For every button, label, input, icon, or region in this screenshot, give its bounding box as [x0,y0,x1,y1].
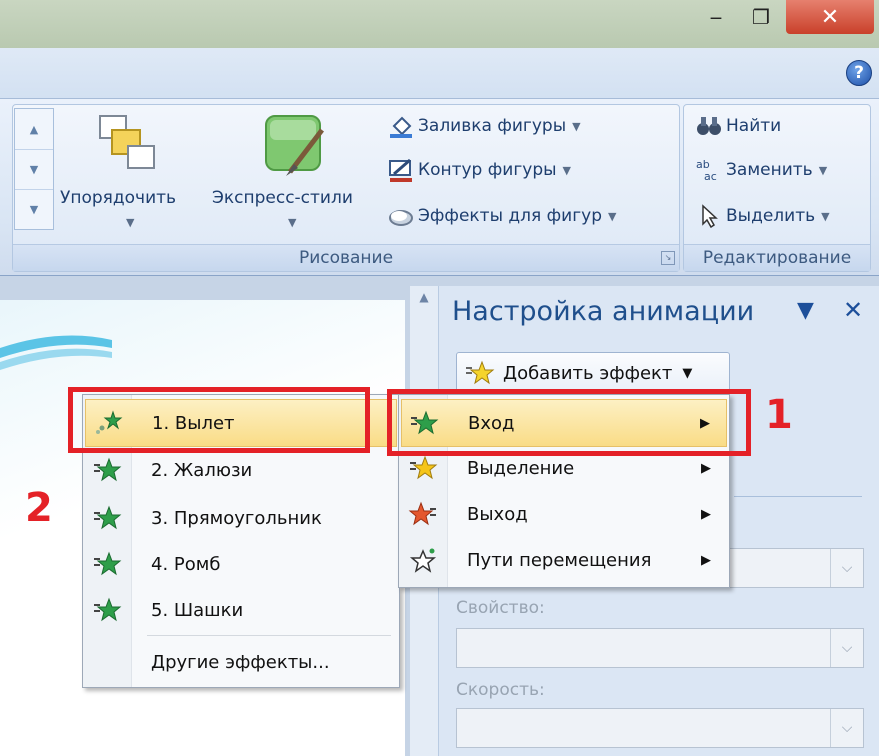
gallery-up-icon[interactable]: ▲ [15,109,53,150]
quick-styles-dropdown-icon: ▼ [288,216,297,229]
add-effect-button[interactable]: Добавить эффект ▼ [456,352,730,394]
find-button[interactable]: Найти [696,114,781,138]
gallery-down-icon[interactable]: ▼ [15,149,53,190]
shape-fill-dropdown-icon: ▼ [572,119,581,133]
emphasis-star-icon [401,455,445,481]
add-effect-star-icon [457,360,503,386]
shape-outline-button[interactable]: Контур фигуры ▼ [388,158,571,182]
blinds-star-icon [85,457,129,483]
pane-separator [734,496,862,497]
drawing-group-label: Рисование [13,244,679,271]
dialog-launcher-icon[interactable]: ↘ [661,251,675,265]
annotation-box-2 [68,387,370,453]
close-icon: ✕ [820,4,840,30]
speed-label: Скорость: [456,680,545,700]
property-label: Свойство: [456,598,545,618]
menu-item-box[interactable]: 3. Прямоугольник [85,495,397,541]
menu-item-label: 2. Жалюзи [151,459,253,481]
slide-wave-decoration [0,335,112,370]
motion-path-star-icon [401,547,445,573]
exit-star-icon [401,501,445,527]
property-dropdown-chevron-icon[interactable]: ⌵ [830,629,863,667]
replace-button[interactable]: ab ac Заменить ▼ [696,158,827,182]
shape-effects-label: Эффекты для фигур [418,206,603,226]
menu-item-label: Пути перемещения [467,549,652,571]
help-icon[interactable]: ? [846,60,872,86]
pane-title: Настройка анимации [452,296,755,327]
select-dropdown-icon: ▼ [821,209,830,223]
menu-item-more-effects[interactable]: Другие эффекты... [85,639,397,685]
start-dropdown-chevron-icon[interactable]: ⌵ [830,549,863,587]
menu-item-label: 3. Прямоугольник [151,507,322,529]
menu-item-label: 5. Шашки [151,599,244,621]
shape-fill-button[interactable]: Заливка фигуры ▼ [388,114,581,138]
pane-close-icon[interactable]: ✕ [843,296,863,324]
binoculars-icon [696,114,722,138]
cursor-icon [696,204,722,228]
minimize-icon: ‒ [709,5,723,29]
pen-outline-icon [388,158,414,182]
shape-effects-button[interactable]: Эффекты для фигур ▼ [388,204,616,228]
menu-item-label: Выделение [467,457,575,479]
diamond-star-icon [85,551,129,577]
arrange-button[interactable]: Упорядочить ▼ [60,108,206,238]
ribbon-tab-strip [0,48,879,99]
menu-item-motion-paths[interactable]: Пути перемещения ▶ [401,537,727,583]
arrange-label: Упорядочить [60,188,177,208]
minimize-button[interactable]: ‒ [695,0,737,34]
checkerboard-star-icon [85,597,129,623]
menu-item-exit[interactable]: Выход ▶ [401,491,727,537]
select-label: Выделить [726,206,816,226]
speed-dropdown-chevron-icon[interactable]: ⌵ [830,709,863,747]
menu-item-label: Другие эффекты... [151,651,330,673]
submenu-arrow-icon: ▶ [701,460,711,476]
shape-fill-label: Заливка фигуры [418,116,567,136]
arrange-dropdown-icon: ▼ [126,216,135,229]
shape-gallery-scroll[interactable]: ▲ ▼ ▼ [14,108,54,230]
property-dropdown[interactable]: ⌵ [456,628,864,668]
speed-dropdown[interactable]: ⌵ [456,708,864,748]
menu-item-blinds[interactable]: 2. Жалюзи [85,447,397,493]
select-button[interactable]: Выделить ▼ [696,204,830,228]
shape-effects-dropdown-icon: ▼ [608,209,617,223]
maximize-icon: ❐ [752,5,770,29]
replace-icon: ab ac [696,158,722,182]
menu-item-checkerboard[interactable]: 5. Шашки [85,587,397,633]
gallery-more-icon[interactable]: ▼ [15,189,53,229]
pane-menu-icon[interactable]: ▼ [797,298,814,323]
add-effect-dropdown-icon: ▼ [682,365,693,381]
annotation-box-1 [387,389,751,456]
svg-text:ac: ac [704,170,717,182]
box-star-icon [85,505,129,531]
add-effect-label: Добавить эффект [503,362,673,384]
annotation-marker-2: 2 [25,485,53,531]
find-label: Найти [726,116,782,136]
editing-group-label: Редактирование [684,244,870,271]
close-button[interactable]: ✕ [786,0,874,34]
quick-styles-icon [265,115,324,176]
menu-item-label: 4. Ромб [151,553,221,575]
scroll-up-icon[interactable]: ▲ [414,290,434,310]
replace-label: Заменить [726,160,813,180]
quick-styles-button[interactable]: Экспресс-стили ▼ [212,108,378,238]
shape-outline-dropdown-icon: ▼ [562,163,572,177]
replace-dropdown-icon: ▼ [818,163,828,177]
paint-bucket-icon [388,114,414,138]
menu-item-diamond[interactable]: 4. Ромб [85,541,397,587]
submenu-arrow-icon: ▶ [701,552,711,568]
menu-item-label: Выход [467,503,528,525]
submenu-arrow-icon: ▶ [701,506,711,522]
arrange-icon [99,115,155,169]
shape-outline-label: Контур фигуры [418,160,557,180]
shape-effects-icon [388,204,414,228]
submenu-separator [147,635,391,636]
quick-styles-label: Экспресс-стили [212,188,353,208]
maximize-button[interactable]: ❐ [740,0,782,34]
annotation-marker-1: 1 [765,392,793,438]
